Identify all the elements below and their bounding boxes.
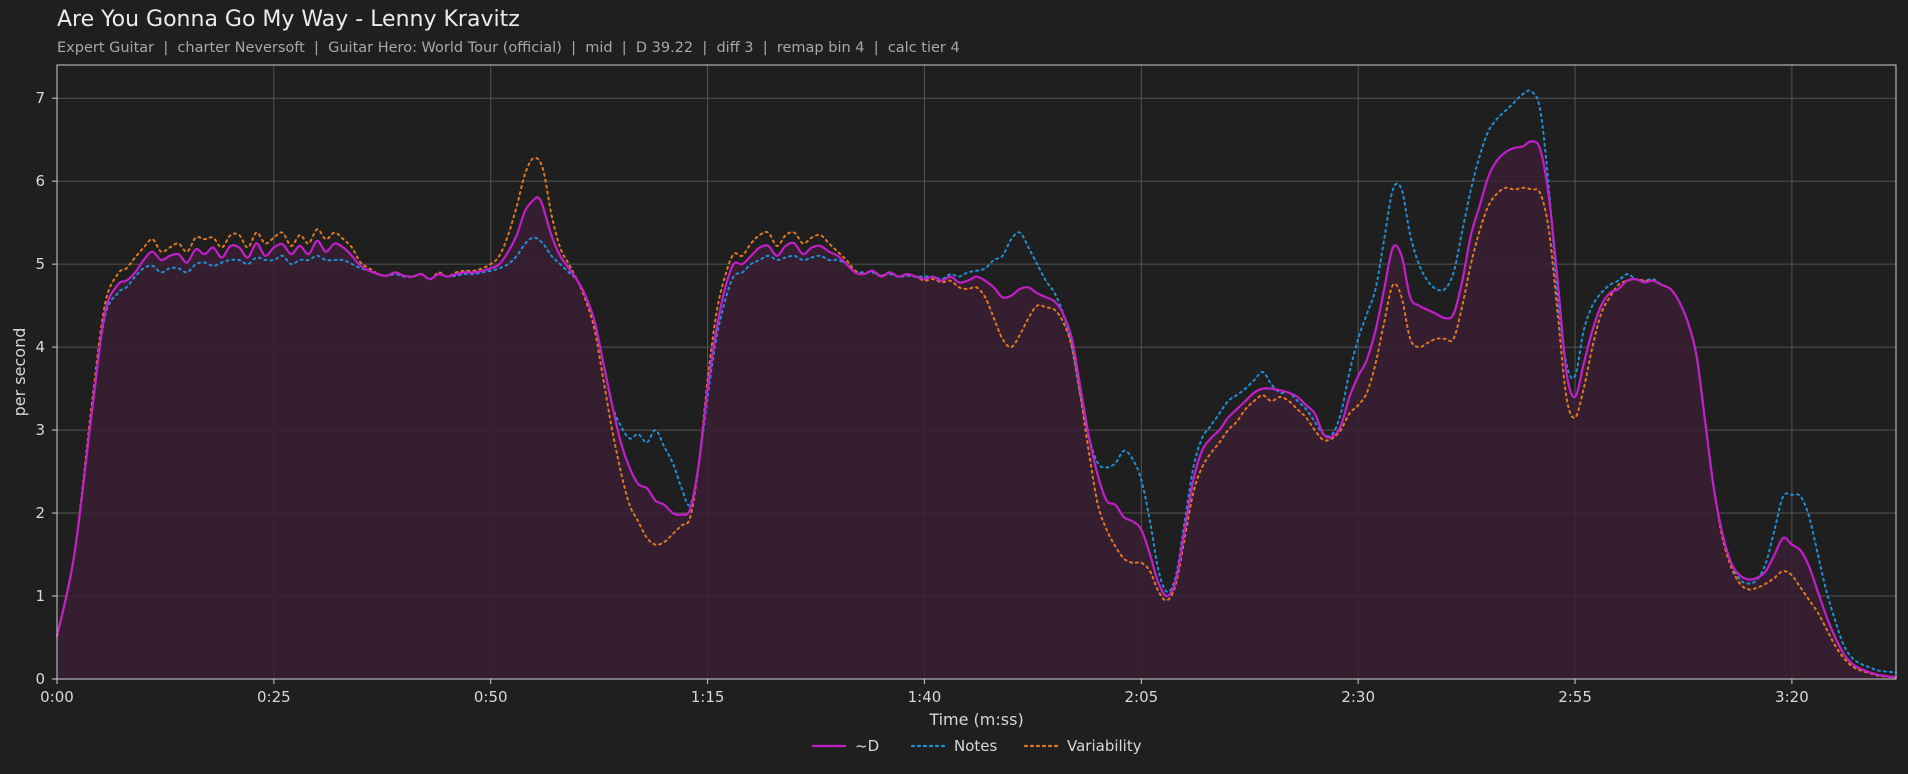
- x-tick-label: 0:25: [257, 688, 291, 706]
- y-tick-label: 4: [35, 338, 45, 356]
- legend: ~D Notes Variability: [811, 737, 1142, 755]
- y-tick-label: 2: [35, 504, 45, 522]
- y-tick-label: 7: [35, 89, 45, 107]
- line-chart: 0:00 0:25 0:50 1:15 1:40 2:05 2:30 2:55 3:20 0 1 2…: [10, 64, 1898, 755]
- legend-label-0: ~D: [855, 737, 879, 755]
- area-fill-layer: [57, 141, 1896, 680]
- x-axis-ticks: 0:00 0:25 0:50 1:15 1:40 2:05 2:30 2:55 3:20: [40, 679, 1809, 706]
- x-tick-label: 0:50: [474, 688, 508, 706]
- y-axis-ticks: 0 1 2 3 4 5 6 7: [35, 89, 57, 688]
- x-tick-label: 2:30: [1341, 688, 1375, 706]
- legend-label-1: Notes: [954, 737, 998, 755]
- x-tick-label: 1:40: [908, 688, 942, 706]
- y-tick-label: 5: [35, 255, 45, 273]
- y-axis-label: per second: [10, 328, 29, 417]
- legend-label-2: Variability: [1067, 737, 1142, 755]
- d-area-fill: [57, 141, 1896, 680]
- x-tick-label: 3:20: [1775, 688, 1809, 706]
- y-tick-label: 0: [35, 670, 45, 688]
- x-tick-label: 2:05: [1124, 688, 1158, 706]
- x-tick-label: 0:00: [40, 688, 74, 706]
- x-axis-label: Time (m:ss): [928, 710, 1023, 729]
- y-tick-label: 6: [35, 172, 45, 190]
- y-tick-label: 1: [35, 587, 45, 605]
- x-tick-label: 2:55: [1558, 688, 1592, 706]
- y-tick-label: 3: [35, 421, 45, 439]
- x-tick-label: 1:15: [691, 688, 725, 706]
